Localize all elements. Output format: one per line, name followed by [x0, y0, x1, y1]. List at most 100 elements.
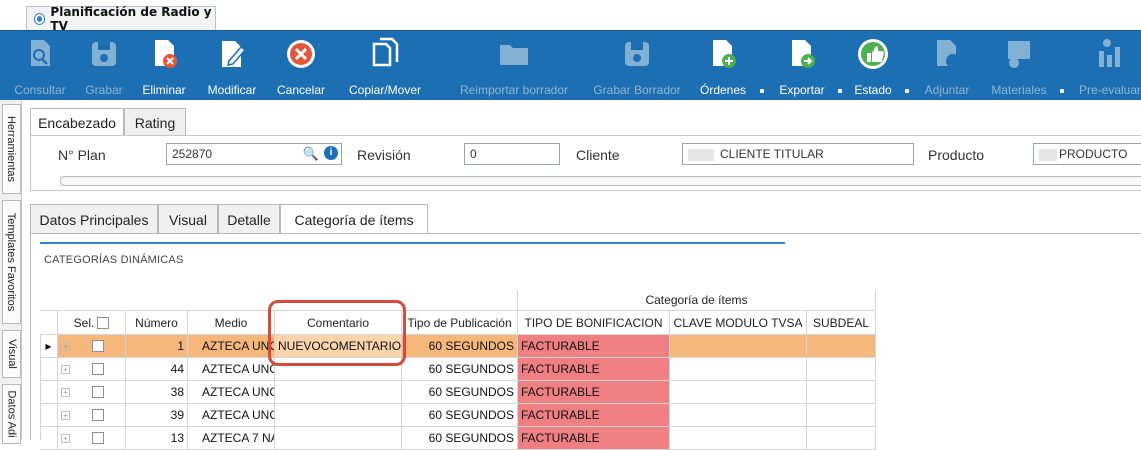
cell-tipo-publicacion[interactable]: 60 SEGUNDOS: [402, 427, 518, 450]
cell-tipo-publicacion[interactable]: 60 SEGUNDOS: [402, 335, 518, 358]
cell-numero[interactable]: 1: [126, 335, 188, 358]
cell-numero[interactable]: 38: [126, 381, 188, 404]
cell-subdeal[interactable]: [807, 381, 876, 404]
expand-row-icon[interactable]: +: [61, 410, 70, 420]
column-header-label: Tipo de Publicación: [407, 315, 512, 330]
column-header-sel[interactable]: Sel.: [58, 311, 126, 335]
cell-tipo-bonificacion[interactable]: FACTURABLE: [518, 427, 670, 450]
table-row-select-cell[interactable]: +: [58, 381, 126, 404]
window-tab[interactable]: Planificación de Radio y TV: [26, 5, 216, 33]
table-row-select-cell[interactable]: +: [58, 427, 126, 450]
row-checkbox[interactable]: [92, 340, 104, 352]
cell-tipo-bonificacion[interactable]: FACTURABLE: [518, 381, 670, 404]
column-header-tipo-bonificacion[interactable]: TIPO DE BONIFICACION: [518, 311, 670, 335]
pre-evaluar-button[interactable]: Pre-evaluar: [1072, 35, 1141, 99]
cell-tipo-publicacion[interactable]: 60 SEGUNDOS: [402, 381, 518, 404]
eliminar-button[interactable]: Eliminar: [136, 35, 192, 99]
document-add-icon: [706, 37, 740, 71]
row-checkbox[interactable]: [92, 363, 104, 375]
exportar-dropdown-arrow[interactable]: [838, 89, 842, 93]
tab-visual[interactable]: Visual: [158, 204, 218, 234]
plan-number-field[interactable]: 252870 🔍 i: [166, 143, 342, 165]
cell-comentario[interactable]: [275, 404, 402, 427]
exportar-button[interactable]: Exportar: [772, 35, 832, 99]
tab-categoria-de-items[interactable]: Categoría de ítems: [280, 204, 428, 235]
cell-medio[interactable]: AZTECA UNO: [188, 358, 275, 381]
column-header-label: SUBDEAL: [812, 315, 870, 330]
ordenes-button[interactable]: Órdenes: [694, 35, 752, 99]
adjuntar-button[interactable]: Adjuntar: [918, 35, 976, 99]
sidebar-tab-datos-adicionales[interactable]: Datos Adi: [2, 384, 21, 444]
table-row-select-cell[interactable]: +: [58, 404, 126, 427]
cancelar-button[interactable]: Cancelar: [272, 35, 330, 99]
sidebar-tab-visual[interactable]: Visual: [2, 330, 21, 378]
header-horizontal-scrollbar[interactable]: [60, 176, 1141, 186]
cell-comentario[interactable]: [275, 427, 402, 450]
tab-rating[interactable]: Rating: [124, 108, 186, 136]
cell-subdeal[interactable]: [807, 404, 876, 427]
search-icon[interactable]: 🔍: [303, 146, 319, 162]
sidebar-tab-herramientas[interactable]: Herramientas: [2, 104, 21, 194]
row-checkbox[interactable]: [92, 432, 104, 444]
cell-medio[interactable]: AZTECA UNO: [188, 381, 275, 404]
cell-clave-modulo[interactable]: [670, 404, 807, 427]
media-materials-icon: [1002, 37, 1036, 71]
cell-clave-modulo[interactable]: [670, 358, 807, 381]
cell-medio[interactable]: AZTECA UNO: [188, 335, 275, 358]
cell-subdeal[interactable]: [807, 358, 876, 381]
cell-clave-modulo[interactable]: [670, 335, 807, 358]
modificar-button[interactable]: Modificar: [200, 35, 264, 99]
expand-row-icon[interactable]: +: [61, 341, 70, 351]
tab-detalle[interactable]: Detalle: [218, 204, 280, 234]
info-icon[interactable]: i: [324, 146, 338, 160]
cell-numero[interactable]: 44: [126, 358, 188, 381]
cell-clave-modulo[interactable]: [670, 427, 807, 450]
tab-datos-principales[interactable]: Datos Principales: [30, 204, 158, 234]
cell-tipo-bonificacion[interactable]: FACTURABLE: [518, 335, 670, 358]
ordenes-dropdown-arrow[interactable]: [760, 89, 764, 93]
sidebar-tab-templates-favoritos[interactable]: Templates Favoritos: [2, 200, 21, 324]
copiar-mover-button[interactable]: Copiar/Mover: [340, 35, 430, 99]
column-header-clave-modulo[interactable]: CLAVE MODULO TVSA: [670, 311, 807, 335]
cell-tipo-bonificacion[interactable]: FACTURABLE: [518, 358, 670, 381]
grabar-borrador-button[interactable]: Grabar Borrador: [588, 35, 686, 99]
cell-clave-modulo[interactable]: [670, 381, 807, 404]
tab-encabezado[interactable]: Encabezado: [30, 108, 124, 137]
materiales-button[interactable]: Materiales: [986, 35, 1052, 99]
column-header-tipo-publicacion[interactable]: Tipo de Publicación: [402, 311, 518, 335]
select-all-checkbox[interactable]: [97, 316, 110, 329]
grabar-button[interactable]: Grabar: [80, 35, 128, 99]
expand-row-icon[interactable]: +: [61, 387, 70, 397]
revision-label: Revisión: [357, 147, 411, 163]
expand-row-icon[interactable]: +: [61, 364, 70, 374]
cell-numero[interactable]: 13: [126, 427, 188, 450]
materiales-dropdown-arrow[interactable]: [1060, 89, 1064, 93]
producto-field[interactable]: PRODUCTO: [1033, 143, 1141, 165]
revision-field[interactable]: 0: [464, 143, 560, 165]
cell-tipo-publicacion[interactable]: 60 SEGUNDOS: [402, 404, 518, 427]
expand-row-icon[interactable]: +: [61, 433, 70, 443]
consultar-label: Consultar: [14, 83, 66, 97]
estado-dropdown-arrow[interactable]: [905, 89, 909, 93]
sidebar-tab-label: Templates Favoritos: [5, 212, 18, 312]
table-row-select-cell[interactable]: +: [58, 335, 126, 358]
row-checkbox[interactable]: [92, 386, 104, 398]
cell-comentario[interactable]: [275, 381, 402, 404]
table-row-select-cell[interactable]: +: [58, 358, 126, 381]
cell-numero[interactable]: 39: [126, 404, 188, 427]
cell-tipo-bonificacion[interactable]: FACTURABLE: [518, 404, 670, 427]
column-header-numero[interactable]: Número: [126, 311, 188, 335]
cell-medio[interactable]: AZTECA 7 NAC: [188, 427, 275, 450]
reimportar-borrador-button[interactable]: Reimportar borrador: [452, 35, 576, 99]
cell-subdeal[interactable]: [807, 427, 876, 450]
column-header-medio[interactable]: Medio: [188, 311, 275, 335]
cell-subdeal[interactable]: [807, 335, 876, 358]
consultar-button[interactable]: Consultar: [10, 35, 70, 99]
column-header-label: Sel.: [73, 315, 95, 330]
column-header-subdeal[interactable]: SUBDEAL: [807, 311, 876, 335]
cell-tipo-publicacion[interactable]: 60 SEGUNDOS: [402, 358, 518, 381]
row-checkbox[interactable]: [92, 409, 104, 421]
cell-medio[interactable]: AZTECA UNO: [188, 404, 275, 427]
estado-button[interactable]: Estado: [848, 35, 898, 99]
cliente-field[interactable]: CLIENTE TITULAR: [682, 143, 914, 165]
